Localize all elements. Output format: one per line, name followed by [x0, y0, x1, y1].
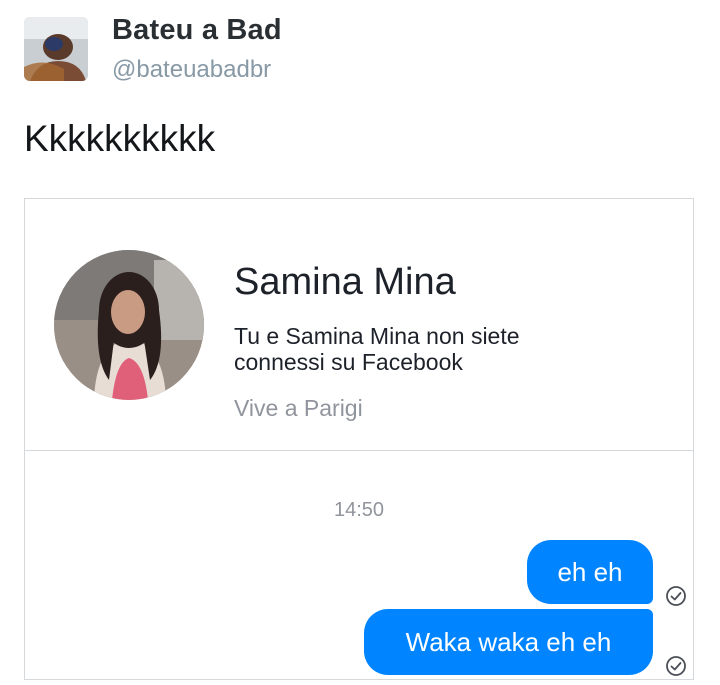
connection-status-text: Tu e Samina Mina non siete connessi su F… — [234, 323, 520, 375]
contact-profile-photo[interactable] — [54, 250, 204, 400]
embedded-screenshot[interactable]: Samina Mina Tu e Samina Mina non siete c… — [24, 198, 694, 680]
author-handle[interactable]: @bateuabadbr — [112, 56, 271, 84]
message-text: Waka waka eh eh — [405, 626, 612, 657]
author-avatar[interactable] — [24, 17, 88, 81]
sent-message-bubble[interactable]: Waka waka eh eh — [364, 609, 653, 675]
contact-location: Vive a Parigi — [234, 395, 363, 421]
sent-message-bubble[interactable]: eh eh — [527, 540, 653, 604]
message-timestamp: 14:50 — [333, 499, 385, 521]
author-display-name[interactable]: Bateu a Bad — [112, 14, 282, 47]
tweet: Bateu a Bad @bateuabadbr Kkkkkkkkkk Sami… — [0, 0, 720, 685]
author-avatar-image — [24, 17, 88, 81]
delivered-check-icon — [666, 586, 686, 606]
contact-name[interactable]: Samina Mina — [234, 261, 456, 304]
chat-profile-header: Samina Mina Tu e Samina Mina non siete c… — [25, 199, 693, 451]
tweet-text: Kkkkkkkkkk — [24, 118, 216, 159]
message-text: eh eh — [557, 556, 623, 587]
delivered-check-icon — [666, 656, 686, 676]
contact-photo-image — [54, 250, 204, 400]
